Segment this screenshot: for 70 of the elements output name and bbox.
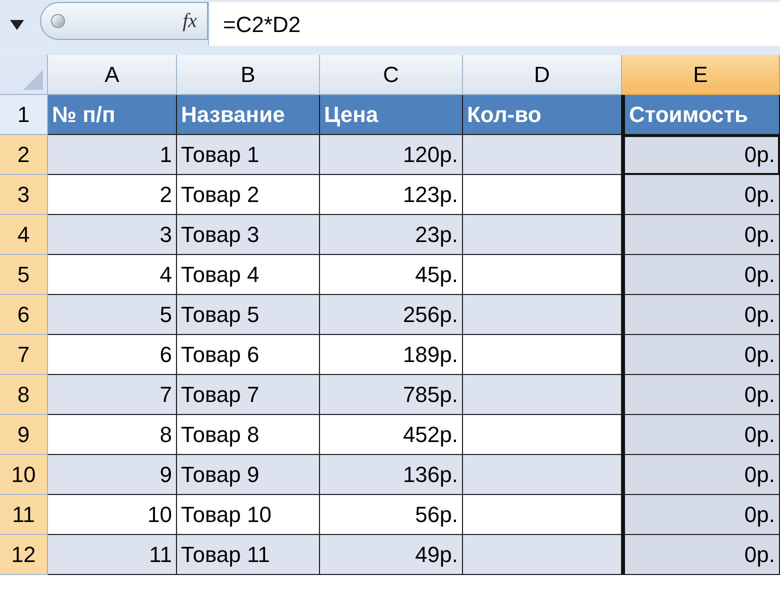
table-cell: 785р. (320, 375, 463, 415)
table-cell: 11 (48, 535, 177, 575)
table-cell: 0р. (622, 215, 780, 255)
table-cell: 0р. (622, 415, 780, 455)
table-cell: 0р. (622, 455, 780, 495)
row-header[interactable]: 2 (0, 135, 48, 175)
table-cell: 9 (48, 455, 177, 495)
table-cell: 0р. (622, 335, 780, 375)
column-heading: Кол-во (463, 95, 622, 135)
table-cell: 256р. (320, 295, 463, 335)
row-header[interactable]: 12 (0, 535, 48, 575)
table-cell: 8 (48, 415, 177, 455)
table-cell: Товар 9 (177, 455, 320, 495)
column-header[interactable]: E (622, 55, 780, 95)
row-header[interactable]: 4 (0, 215, 48, 255)
table-cell: 0р. (622, 495, 780, 535)
table-cell: 2 (48, 175, 177, 215)
table-cell: Товар 3 (177, 215, 320, 255)
column-heading: Название (177, 95, 320, 135)
row-header[interactable]: 5 (0, 255, 48, 295)
table-cell: 0р. (622, 535, 780, 575)
row-header[interactable]: 6 (0, 295, 48, 335)
table-cell: 23р. (320, 215, 463, 255)
table-cell: 189р. (320, 335, 463, 375)
table-cell: 452р. (320, 415, 463, 455)
formula-field[interactable]: =C2*D2 (208, 2, 780, 46)
dropdown-icon[interactable] (10, 20, 24, 30)
table-cell: 0р. (622, 375, 780, 415)
row-header[interactable]: 10 (0, 455, 48, 495)
table-cell: 56р. (320, 495, 463, 535)
table-cell: 5 (48, 295, 177, 335)
table-cell: 6 (48, 335, 177, 375)
table-cell: 4 (48, 255, 177, 295)
table-cell: 136р. (320, 455, 463, 495)
column-header[interactable]: C (320, 55, 463, 95)
table-cell: Товар 7 (177, 375, 320, 415)
table-cell: Товар 4 (177, 255, 320, 295)
row-header[interactable]: 9 (0, 415, 48, 455)
row-header[interactable]: 1 (0, 95, 48, 135)
table-cell: 0р. (622, 175, 780, 215)
table-cell: 1 (48, 135, 177, 175)
table-cell: 10 (48, 495, 177, 535)
table-cell: 49р. (320, 535, 463, 575)
table-cell: 0р. (622, 135, 780, 175)
table-cell: Товар 6 (177, 335, 320, 375)
insert-function-button[interactable]: fx (182, 6, 197, 36)
row-header[interactable]: 8 (0, 375, 48, 415)
table-cell: Товар 8 (177, 415, 320, 455)
table-cell: 0р. (622, 255, 780, 295)
row-header[interactable]: 7 (0, 335, 48, 375)
table-cell: Товар 1 (177, 135, 320, 175)
table-cell: 7 (48, 375, 177, 415)
column-heading: Стоимость (622, 95, 780, 135)
row-header[interactable]: 3 (0, 175, 48, 215)
table-cell: Товар 2 (177, 175, 320, 215)
table-cell: 120р. (320, 135, 463, 175)
table-cell: 0р. (622, 295, 780, 335)
triangle-icon (23, 70, 43, 90)
column-heading: Цена (320, 95, 463, 135)
table-cell: Товар 11 (177, 535, 320, 575)
table-cell: 3 (48, 215, 177, 255)
table-cell: Товар 5 (177, 295, 320, 335)
column-header[interactable]: A (48, 55, 177, 95)
table-cell: 123р. (320, 175, 463, 215)
row-header[interactable]: 11 (0, 495, 48, 535)
table-cell: 45р. (320, 255, 463, 295)
table-cell: Товар 10 (177, 495, 320, 535)
column-heading: № п/п (48, 95, 177, 135)
column-header[interactable]: B (177, 55, 320, 95)
column-header[interactable]: D (463, 55, 622, 95)
